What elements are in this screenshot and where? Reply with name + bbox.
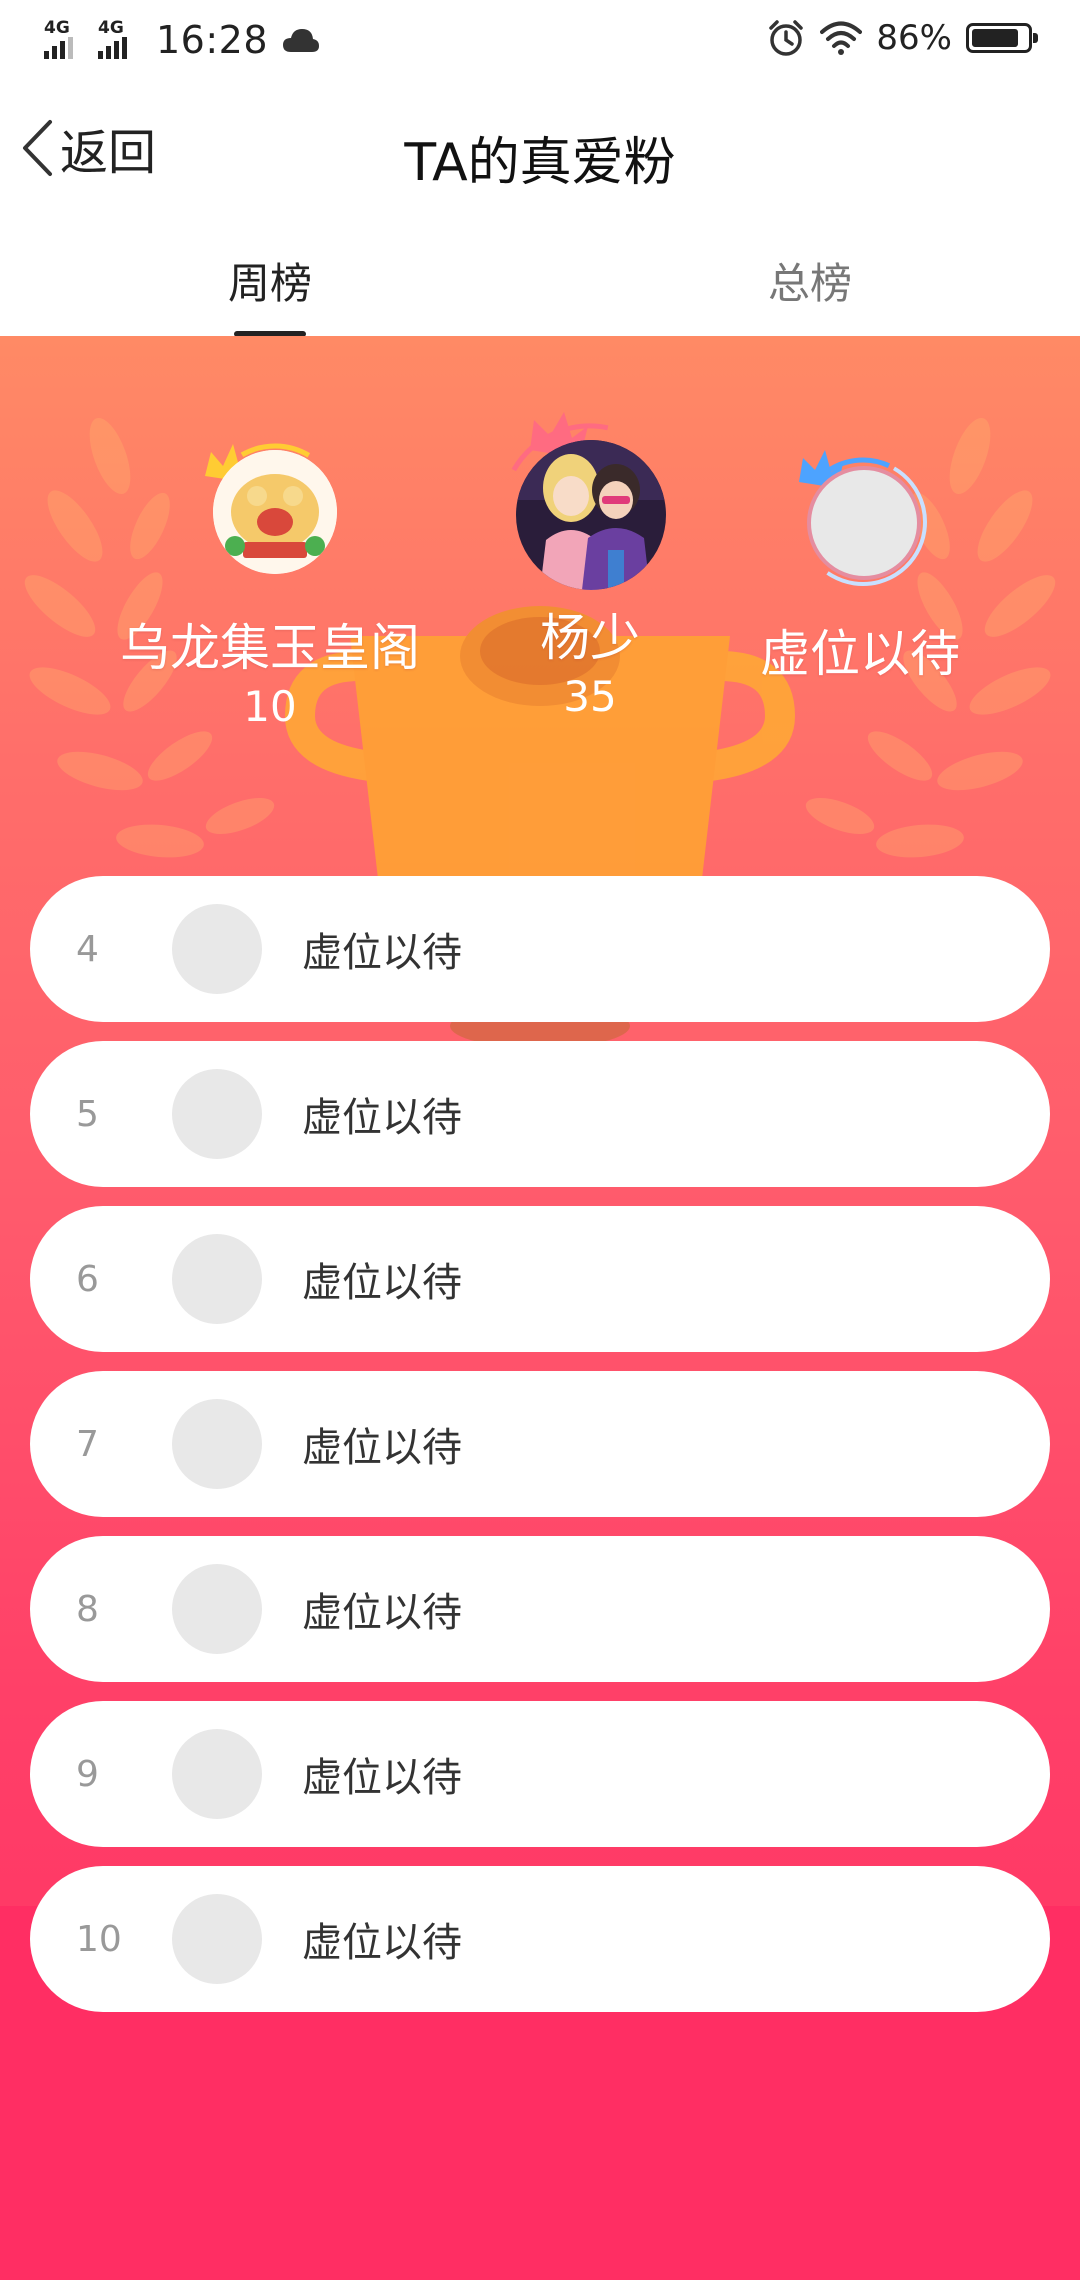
- tab-weekly[interactable]: 周榜: [120, 250, 420, 311]
- rank-name: 虚位以待: [302, 1590, 462, 1636]
- avatar-placeholder: [172, 1399, 262, 1489]
- signal-icon: 4G: [42, 19, 86, 61]
- wifi-icon: [820, 21, 863, 55]
- status-bar: 4G 4G 16:28 86%: [0, 0, 1080, 86]
- list-item[interactable]: 7 虚位以待: [30, 1371, 1050, 1517]
- podium-third[interactable]: 虚位以待: [710, 442, 1010, 688]
- rank-name: 虚位以待: [302, 1920, 462, 1966]
- nav-header: 返回 TA的真爱粉: [0, 86, 1080, 226]
- tab-total[interactable]: 总榜: [660, 250, 960, 311]
- list-item[interactable]: 6 虚位以待: [30, 1206, 1050, 1352]
- podium-first-score: 35: [563, 672, 617, 721]
- rank-name: 虚位以待: [302, 1260, 462, 1306]
- list-item[interactable]: 8 虚位以待: [30, 1536, 1050, 1682]
- rank-name: 虚位以待: [302, 1095, 462, 1141]
- podium-second[interactable]: 乌龙集玉皇阁 10: [90, 432, 450, 731]
- rank-number: 8: [76, 1588, 99, 1630]
- rank-name: 虚位以待: [302, 1425, 462, 1471]
- rank-number: 6: [76, 1258, 99, 1300]
- status-time: 16:28: [156, 18, 269, 62]
- battery-icon: [966, 23, 1038, 53]
- rank-number: 7: [76, 1423, 99, 1465]
- alarm-icon: [769, 20, 804, 56]
- rank-name: 虚位以待: [302, 930, 462, 976]
- list-item[interactable]: 4 虚位以待: [30, 876, 1050, 1022]
- podium-second-score: 10: [243, 682, 297, 731]
- status-left: 4G 4G 16:28: [42, 18, 320, 62]
- rank-number: 10: [76, 1918, 122, 1960]
- list-item[interactable]: 5 虚位以待: [30, 1041, 1050, 1187]
- page-title: TA的真爱粉: [404, 133, 676, 193]
- status-right: 86%: [766, 18, 1038, 58]
- battery-fill: [972, 29, 1018, 47]
- avatar-placeholder: [807, 466, 921, 580]
- avatar-placeholder: [172, 1729, 262, 1819]
- network-type-2: 4G: [98, 18, 124, 38]
- avatar-placeholder: [172, 1894, 262, 1984]
- signal-icon: 4G: [96, 19, 140, 61]
- list-item[interactable]: 9 虚位以待: [30, 1701, 1050, 1847]
- podium-first-name: 杨少: [540, 609, 640, 667]
- network-type-1: 4G: [44, 18, 70, 38]
- rank-number: 4: [76, 928, 99, 970]
- avatar-placeholder: [172, 1234, 262, 1324]
- avatar-placeholder: [172, 1069, 262, 1159]
- cloud-icon: [283, 29, 320, 52]
- avatar: [516, 440, 666, 590]
- app-screen: 4G 4G 16:28 86% 返回 TA的真爱粉 周榜 总榜 乌龙集玉皇阁 1…: [0, 0, 1080, 2280]
- rank-number: 5: [76, 1093, 99, 1135]
- podium-third-name: 虚位以待: [760, 625, 960, 683]
- avatar-placeholder: [172, 904, 262, 994]
- rank-number: 9: [76, 1753, 99, 1795]
- list-item[interactable]: 10 虚位以待: [30, 1866, 1050, 2012]
- podium-second-name: 乌龙集玉皇阁: [120, 619, 420, 677]
- rank-list: 4 虚位以待 5 虚位以待 6 虚位以待 7 虚位以待 8 虚位以待 9 虚位以…: [30, 876, 1050, 2031]
- rank-name: 虚位以待: [302, 1755, 462, 1801]
- podium-first[interactable]: 杨少 35: [420, 410, 760, 721]
- avatar-placeholder: [172, 1564, 262, 1654]
- avatar: [213, 450, 337, 574]
- tab-bar: 周榜 总榜: [0, 226, 1080, 337]
- battery-percent: 86%: [876, 18, 952, 58]
